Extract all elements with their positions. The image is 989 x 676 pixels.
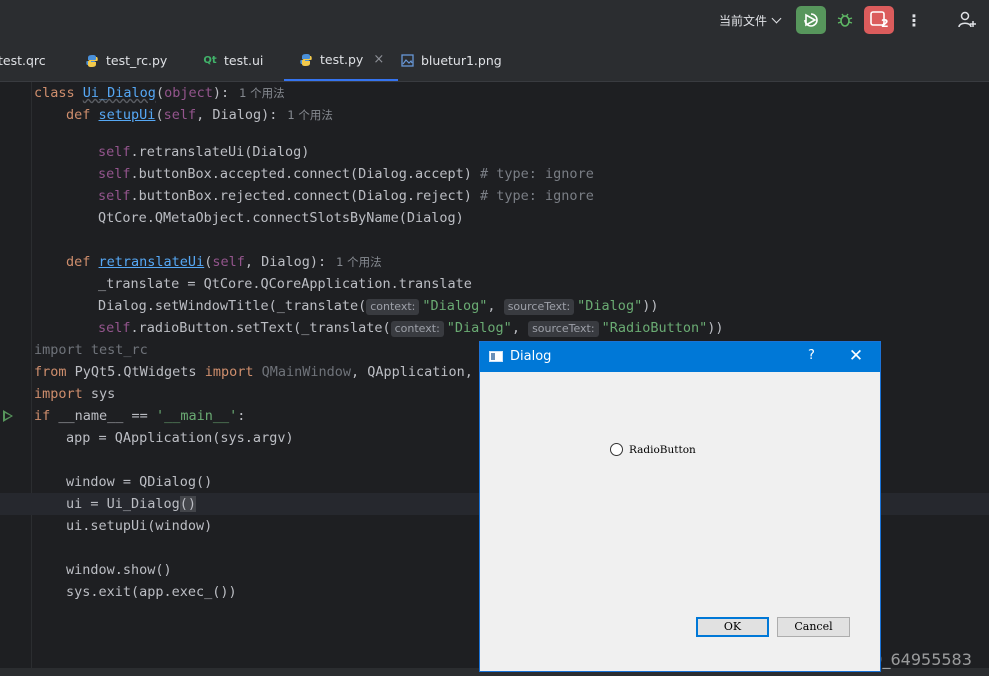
code-line: ui = Ui_Dialog() [66,496,197,512]
code-line: if __name__ == '__main__': [34,408,246,424]
tab-test-qrc[interactable]: test.qrc [0,40,46,81]
code-line: self.buttonBox.rejected.connect(Dialog.r… [98,188,594,204]
help-button[interactable]: ? [808,348,815,363]
code-line: import sys [34,386,116,402]
usage-hint[interactable]: 1 个用法 [336,255,381,269]
param-hint: context: [366,299,420,315]
param-hint: sourceText: [528,321,599,337]
python-file-icon [298,52,314,68]
qt-dialog-window: Dialog ? ✕ RadioButton OK Cancel [479,341,881,672]
radio-circle-icon [610,443,623,456]
run-gutter-icon[interactable] [3,410,13,422]
tab-label: test.ui [224,53,264,68]
code-line: self.buttonBox.accepted.connect(Dialog.a… [98,166,594,182]
code-line: _translate = QtCore.QCoreApplication.tra… [98,276,472,292]
close-icon[interactable]: × [373,52,384,67]
tab-label: bluetur1.png [421,53,502,68]
code-line: window.show() [66,562,172,578]
problems-count: 2 [881,17,889,30]
code-line: window = QDialog() [66,474,213,490]
dialog-close-button[interactable]: ✕ [845,345,867,367]
chevron-down-icon [771,13,782,24]
tab-bluetur1-png[interactable]: bluetur1.png [399,40,502,81]
ok-button[interactable]: OK [696,617,769,637]
more-vertical-icon: ⋮ [906,10,922,30]
image-file-icon [399,53,415,69]
code-line: from PyQt5.QtWidgets import QMainWindow,… [34,364,490,380]
radio-button[interactable]: RadioButton [610,443,696,456]
current-file-label: 当前文件 [719,14,768,28]
usage-hint[interactable]: 1 个用法 [287,108,332,122]
current-file-dropdown[interactable]: 当前文件 [719,12,782,29]
dialog-titlebar[interactable]: Dialog ? ✕ [480,342,880,372]
tab-test-ui[interactable]: Qt test.ui [202,40,263,81]
problems-button[interactable]: 2 [864,6,894,34]
more-button[interactable]: ⋮ [899,6,929,34]
tab-test-rc-py[interactable]: test_rc.py [84,40,167,81]
param-hint: sourceText: [503,299,575,315]
editor-tabs: test.qrc test_rc.py Qt test.ui test.py ×… [0,40,989,82]
code-line: def retranslateUi(self, Dialog): 1 个用法 [66,254,382,270]
param-hint: context: [390,321,444,337]
usage-hint[interactable]: 1 个用法 [239,86,284,100]
code-line: import test_rc [34,342,148,358]
add-user-icon [958,11,976,28]
code-line: class Ui_Dialog(object): 1 个用法 [34,85,285,101]
tab-test-py[interactable]: test.py × [284,40,399,81]
qt-ui-file-icon: Qt [203,55,217,66]
radio-label: RadioButton [629,443,696,456]
tab-label: test.py [320,52,364,67]
top-toolbar: 当前文件 2 ⋮ [0,0,989,40]
rerun-button[interactable] [796,6,826,34]
code-line: def setupUi(self, Dialog): 1 个用法 [66,107,333,123]
cancel-button[interactable]: Cancel [777,617,850,637]
code-line: Dialog.setWindowTitle(_translate(context… [98,298,659,315]
code-line: QtCore.QMetaObject.connectSlotsByName(Di… [98,210,464,226]
code-line: sys.exit(app.exec_()) [66,584,237,600]
window-icon [489,351,503,362]
tab-label: test.qrc [0,53,46,68]
dialog-title: Dialog [510,349,552,364]
add-user-button[interactable] [952,6,982,34]
gutter-divider [31,82,32,668]
bug-icon [837,13,853,27]
code-line: self.radioButton.setText(_translate(cont… [98,320,724,337]
code-line: app = QApplication(sys.argv) [66,430,294,446]
code-line: self.retranslateUi(Dialog) [98,144,310,160]
tab-label: test_rc.py [106,53,168,68]
python-file-icon [84,53,100,69]
code-line: ui.setupUi(window) [66,518,213,534]
rerun-icon [804,13,818,27]
debug-button[interactable] [830,6,860,34]
